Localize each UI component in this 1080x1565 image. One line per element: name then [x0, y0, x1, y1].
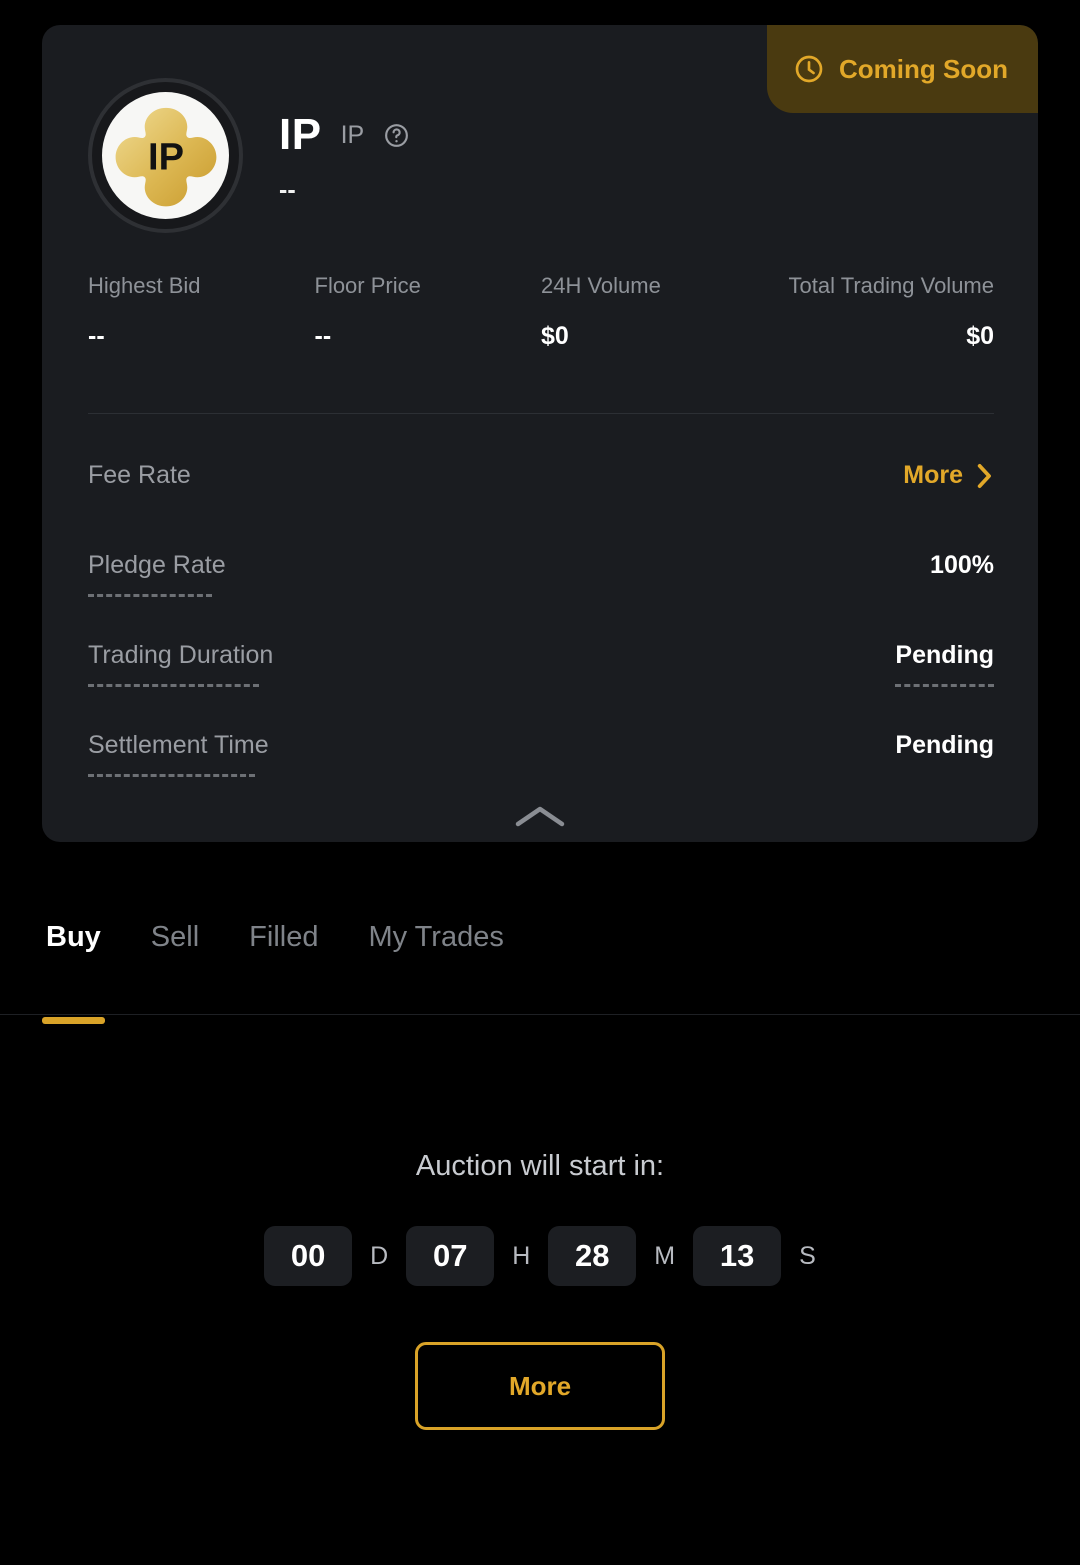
detail-row-fee-rate: Fee Rate More — [88, 443, 994, 533]
detail-label: Fee Rate — [88, 461, 191, 489]
stat-label: Total Trading Volume — [788, 273, 994, 298]
tab-filled[interactable]: Filled — [245, 905, 322, 954]
stat-value: $0 — [541, 322, 569, 350]
countdown-minutes-unit: M — [654, 1241, 676, 1270]
token-logo: IP — [88, 78, 243, 233]
countdown-title: Auction will start in: — [415, 1150, 665, 1182]
fee-rate-more-label: More — [903, 461, 963, 489]
tab-sell[interactable]: Sell — [147, 905, 203, 954]
tab-buy[interactable]: Buy — [42, 905, 105, 1024]
countdown-days-unit: D — [370, 1241, 389, 1270]
stat-highest-bid: Highest Bid -- — [88, 273, 315, 351]
countdown-seconds-value: 13 — [693, 1226, 782, 1286]
countdown-hours-value: 07 — [406, 1226, 495, 1286]
chevron-right-icon — [977, 463, 991, 488]
fee-rate-more-link[interactable]: More — [903, 443, 994, 490]
countdown-timer: 00 D 07 H 28 M 13 S — [264, 1226, 816, 1286]
svg-text:IP: IP — [148, 136, 184, 178]
more-button[interactable]: More — [415, 1342, 665, 1430]
question-circle-icon[interactable] — [383, 122, 410, 149]
token-header: IP IP IP -- — [88, 78, 410, 233]
countdown-hours-unit: H — [512, 1241, 531, 1270]
token-price: -- — [279, 176, 296, 204]
detail-value: Pending — [895, 731, 994, 759]
token-logo-inner: IP — [102, 92, 229, 219]
token-stats: Highest Bid -- Floor Price -- 24H Volume… — [88, 273, 994, 351]
detail-label[interactable]: Trading Duration — [88, 623, 273, 687]
stat-label: Floor Price — [314, 273, 421, 298]
token-sub-symbol: IP — [340, 120, 365, 149]
detail-label[interactable]: Pledge Rate — [88, 533, 226, 597]
token-details: Fee Rate More Pledge Rate 100% Trading D… — [88, 443, 994, 803]
token-symbol: IP — [279, 110, 322, 159]
detail-label[interactable]: Settlement Time — [88, 713, 269, 777]
stat-value: -- — [88, 322, 105, 350]
card-divider — [88, 413, 994, 414]
detail-row-settlement-time: Settlement Time Pending — [88, 713, 994, 803]
token-name-block: IP IP -- — [279, 78, 410, 205]
countdown-days-value: 00 — [264, 1226, 353, 1286]
trade-tabs: Buy Sell Filled My Trades — [0, 905, 1080, 1024]
page-root: Coming Soon IP IP IP -- Highest Bid -- F… — [0, 0, 1080, 1565]
stat-floor-price: Floor Price -- — [315, 273, 542, 351]
countdown-minutes-value: 28 — [548, 1226, 637, 1286]
collapse-card-button[interactable] — [42, 800, 1038, 834]
stat-label: Highest Bid — [88, 273, 201, 298]
detail-value[interactable]: Pending — [895, 623, 994, 687]
stat-value: $0 — [966, 322, 994, 350]
coming-soon-label: Coming Soon — [839, 53, 1008, 84]
coming-soon-badge: Coming Soon — [767, 25, 1038, 113]
countdown-seconds-unit: S — [799, 1241, 816, 1270]
token-info-card: Coming Soon IP IP IP -- Highest Bid -- F… — [42, 25, 1038, 842]
chevron-up-icon — [515, 806, 565, 827]
stat-label: 24H Volume — [541, 273, 661, 298]
tab-my-trades[interactable]: My Trades — [364, 905, 507, 954]
detail-value: 100% — [930, 551, 994, 579]
stat-total-trading-volume: Total Trading Volume $0 — [768, 273, 994, 351]
clock-icon — [795, 55, 823, 83]
detail-row-pledge-rate: Pledge Rate 100% — [88, 533, 994, 623]
auction-countdown-section: Auction will start in: 00 D 07 H 28 M 13… — [0, 1015, 1080, 1565]
ip-clover-logo-icon: IP — [115, 107, 216, 206]
stat-value: -- — [314, 322, 332, 350]
tab-list: Buy Sell Filled My Trades — [42, 905, 508, 1024]
detail-row-trading-duration: Trading Duration Pending — [88, 623, 994, 713]
stat-24h-volume: 24H Volume $0 — [541, 273, 768, 351]
token-name-row: IP IP — [279, 110, 410, 160]
